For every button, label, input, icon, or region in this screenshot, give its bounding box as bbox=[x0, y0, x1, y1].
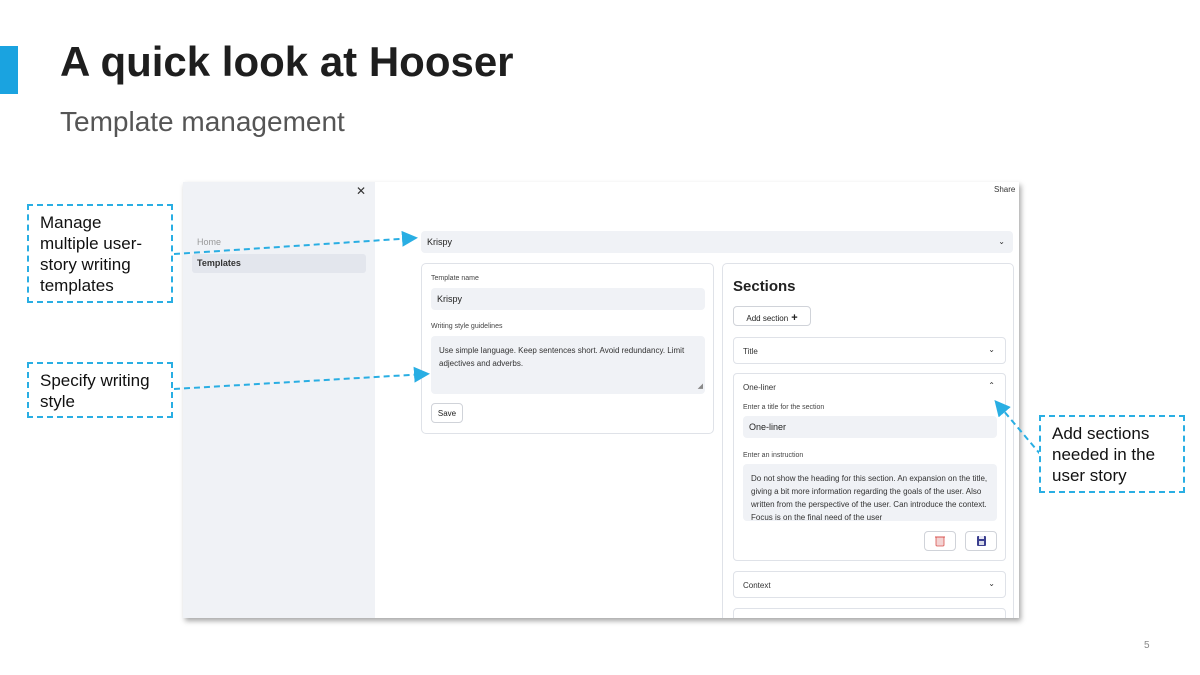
chevron-down-icon: ⌄ bbox=[988, 345, 995, 354]
sidebar-item-templates[interactable]: Templates bbox=[192, 254, 366, 273]
sections-card: Sections Add section + Title ⌄ One-liner … bbox=[722, 263, 1014, 618]
save-button[interactable]: Save bbox=[431, 403, 463, 423]
template-name-label: Template name bbox=[431, 275, 479, 282]
callout-writing-style: Specify writing style bbox=[27, 362, 173, 418]
section-expander-title[interactable]: Title ⌄ bbox=[733, 337, 1006, 364]
guidelines-textarea[interactable]: Use simple language. Keep sentences shor… bbox=[431, 336, 705, 394]
guidelines-label: Writing style guidelines bbox=[431, 323, 503, 330]
template-select-value: Krispy bbox=[427, 237, 453, 247]
delete-section-button[interactable] bbox=[924, 531, 956, 551]
section-title-label: Context bbox=[743, 581, 771, 590]
chevron-down-icon: ⌄ bbox=[988, 579, 995, 588]
slide-title: A quick look at Hooser bbox=[60, 38, 514, 85]
add-section-label: Add section bbox=[746, 314, 789, 323]
sections-heading: Sections bbox=[733, 278, 796, 295]
section-expander-context[interactable]: Context ⌄ bbox=[733, 571, 1006, 598]
section-title-label: Title bbox=[743, 347, 758, 356]
section-expander-one-liner: One-liner ⌃ Enter a title for the sectio… bbox=[733, 373, 1006, 561]
section-title-input[interactable]: One-liner bbox=[743, 416, 997, 438]
chevron-down-icon: ⌄ bbox=[998, 237, 1005, 246]
sidebar-item-home[interactable]: Home bbox=[192, 233, 366, 252]
guidelines-text: Use simple language. Keep sentences shor… bbox=[439, 346, 685, 368]
app-screenshot: ✕ Home Templates Share Krispy ⌄ Template… bbox=[183, 182, 1019, 618]
page-number: 5 bbox=[1144, 640, 1150, 651]
trash-icon bbox=[935, 536, 945, 547]
instruction-textarea[interactable]: Do not show the heading for this section… bbox=[743, 464, 997, 521]
floppy-disk-icon bbox=[977, 536, 986, 546]
instruction-label: Enter an instruction bbox=[743, 452, 804, 459]
callout-sections: Add sections needed in the user story bbox=[1039, 415, 1185, 493]
template-name-input[interactable]: Krispy bbox=[431, 288, 705, 310]
section-expander-partial[interactable] bbox=[733, 608, 1006, 618]
save-section-button[interactable] bbox=[965, 531, 997, 551]
template-select[interactable]: Krispy ⌄ bbox=[421, 231, 1013, 253]
add-section-button[interactable]: Add section + bbox=[733, 306, 811, 326]
share-button[interactable]: Share bbox=[994, 185, 1015, 194]
plus-icon: + bbox=[791, 312, 798, 324]
section-title-label[interactable]: One-liner bbox=[743, 383, 776, 392]
chevron-up-icon[interactable]: ⌃ bbox=[988, 381, 995, 390]
instruction-text: Do not show the heading for this section… bbox=[751, 474, 988, 521]
accent-bar bbox=[0, 46, 18, 94]
sidebar: ✕ Home Templates bbox=[183, 182, 375, 618]
section-title-field-label: Enter a title for the section bbox=[743, 404, 825, 411]
slide-subtitle: Template management bbox=[60, 106, 345, 137]
template-form-card: Template name Krispy Writing style guide… bbox=[421, 263, 714, 434]
close-icon[interactable]: ✕ bbox=[356, 184, 366, 198]
callout-templates: Manage multiple user-story writing templ… bbox=[27, 204, 173, 303]
resize-handle-icon[interactable]: ◢ bbox=[698, 380, 703, 393]
